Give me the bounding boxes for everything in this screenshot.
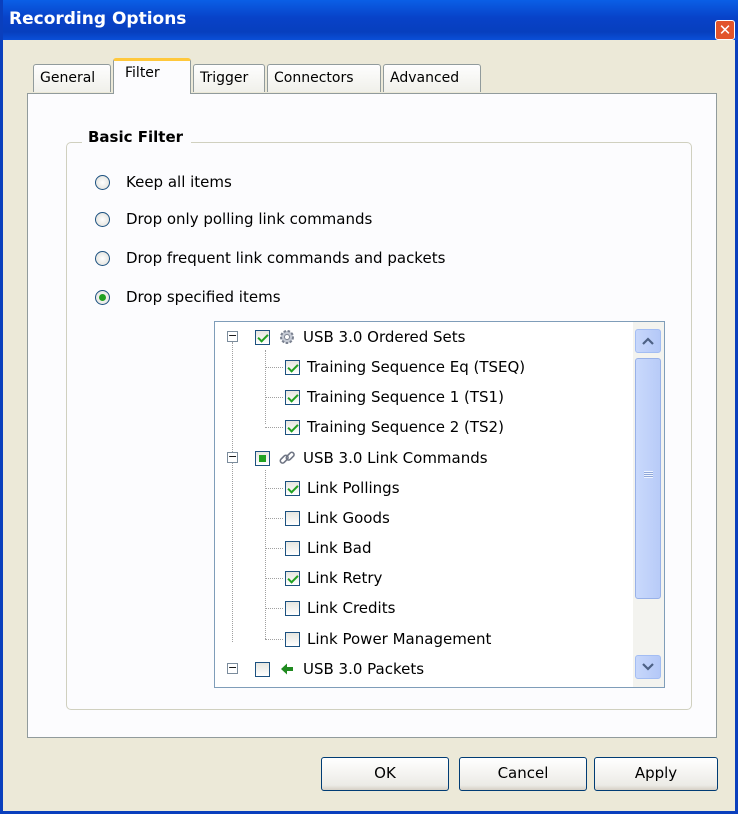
tree-item-ts1[interactable]: Training Sequence 1 (TS1): [285, 382, 504, 412]
radio-selected-dot: [99, 293, 106, 301]
tree-item-label: Link Goods: [307, 509, 390, 527]
tree-item-ordered-sets[interactable]: USB 3.0 Ordered Sets: [255, 322, 465, 352]
tree-item-label: USB 3.0 Packets: [303, 660, 425, 678]
radio-button[interactable]: [95, 250, 110, 266]
radio-label: Drop only polling link commands: [126, 210, 373, 228]
tree-connector: [265, 518, 283, 519]
checkbox[interactable]: [255, 661, 270, 677]
tab-general[interactable]: General: [33, 64, 111, 92]
tree-item-label: Link Bad: [307, 539, 372, 557]
close-button[interactable]: ✕: [715, 20, 735, 40]
radio-drop-specified-items[interactable]: Drop specified items: [95, 287, 281, 307]
checkbox[interactable]: [285, 359, 300, 375]
scroll-thumb[interactable]: [635, 358, 661, 599]
tree-item-label: Link Power Management: [307, 630, 492, 648]
tree-item-link-pollings[interactable]: Link Pollings: [285, 473, 400, 503]
tree-connector: [265, 350, 266, 424]
tree-connector: [265, 578, 283, 579]
checkbox[interactable]: [285, 570, 300, 586]
radio-label: Keep all items: [126, 173, 232, 191]
basic-filter-title: Basic Filter: [82, 128, 192, 146]
tree-item-link-bad[interactable]: Link Bad: [285, 533, 372, 563]
apply-button[interactable]: Apply: [594, 757, 718, 791]
tree-item-label: Training Sequence Eq (TSEQ): [307, 358, 526, 376]
tree-item-label: Link Retry: [307, 569, 383, 587]
tree-item-link-commands[interactable]: USB 3.0 Link Commands: [255, 443, 488, 473]
ok-button[interactable]: OK: [321, 757, 449, 791]
radio-button[interactable]: [95, 174, 110, 190]
checkbox[interactable]: [285, 480, 300, 496]
tree-item-link-credits[interactable]: Link Credits: [285, 593, 395, 623]
tree-connector: [265, 397, 283, 398]
radio-keep-all-items[interactable]: Keep all items: [95, 172, 232, 192]
tree-connector: [265, 548, 283, 549]
tree-connector: [265, 470, 266, 639]
collapse-toggle[interactable]: −: [227, 662, 238, 674]
tree-item-label: USB 3.0 Link Commands: [303, 449, 488, 467]
tree-item-link-goods[interactable]: Link Goods: [285, 503, 390, 533]
tree-item-label: Training Sequence 1 (TS1): [307, 388, 504, 406]
collapse-toggle[interactable]: −: [227, 451, 238, 463]
title-bar[interactable]: Recording Options: [3, 0, 738, 40]
tree-item-packets[interactable]: USB 3.0 Packets: [255, 654, 424, 684]
chevron-up-icon: [642, 337, 654, 345]
checkbox[interactable]: [255, 329, 270, 345]
collapse-toggle[interactable]: −: [227, 330, 238, 342]
tree-item-link-power-management[interactable]: Link Power Management: [285, 624, 491, 654]
tab-filter[interactable]: Filter: [113, 58, 191, 94]
checkbox[interactable]: [255, 450, 270, 466]
checkbox[interactable]: [285, 510, 300, 526]
radio-label: Drop frequent link commands and packets: [126, 249, 446, 267]
checkbox[interactable]: [285, 389, 300, 405]
checkbox[interactable]: [285, 600, 300, 616]
tab-label: General: [40, 70, 96, 86]
tree-item-tseq[interactable]: Training Sequence Eq (TSEQ): [285, 352, 525, 382]
checkbox[interactable]: [285, 540, 300, 556]
gear-icon: [278, 328, 296, 346]
tree-item-label: Link Pollings: [307, 479, 400, 497]
tree-connector: [265, 639, 283, 640]
filter-items-tree[interactable]: − USB 3.0 Ordered Sets Training Sequence…: [214, 321, 665, 688]
cancel-button[interactable]: Cancel: [459, 757, 587, 791]
tree-item-label: USB 3.0 Ordered Sets: [303, 328, 466, 346]
tree-connector: [265, 488, 283, 489]
radio-drop-polling-link-commands[interactable]: Drop only polling link commands: [95, 209, 372, 229]
tab-advanced[interactable]: Advanced: [383, 64, 481, 92]
radio-label: Drop specified items: [126, 288, 281, 306]
tab-label: Trigger: [200, 70, 249, 86]
chevron-down-icon: [642, 663, 654, 671]
tree-item-label: Link Credits: [307, 599, 396, 617]
scroll-down-button[interactable]: [635, 655, 661, 679]
green-arrow-icon: [278, 660, 296, 678]
tree-connector: [265, 608, 283, 609]
scroll-grip: [644, 471, 653, 478]
chain-link-icon: [278, 449, 296, 467]
tree-item-label: Training Sequence 2 (TS2): [307, 418, 504, 436]
tree-connector: [265, 367, 283, 368]
tab-label: Connectors: [274, 70, 354, 86]
tab-label: Advanced: [390, 70, 460, 86]
window-title: Recording Options: [9, 9, 187, 29]
tab-label: Filter: [125, 65, 160, 81]
scroll-up-button[interactable]: [635, 329, 661, 353]
radio-button[interactable]: [95, 211, 110, 227]
checkbox[interactable]: [285, 631, 300, 647]
tree-item-ts2[interactable]: Training Sequence 2 (TS2): [285, 412, 504, 442]
tree-scrollbar[interactable]: [633, 322, 664, 687]
tab-connectors[interactable]: Connectors: [267, 64, 381, 92]
tree-connector: [265, 427, 283, 428]
tree-item-link-retry[interactable]: Link Retry: [285, 563, 382, 593]
radio-button[interactable]: [95, 289, 110, 305]
checkbox[interactable]: [285, 419, 300, 435]
tree-connector: [232, 342, 233, 642]
tab-trigger[interactable]: Trigger: [193, 64, 265, 92]
radio-drop-frequent-link-commands[interactable]: Drop frequent link commands and packets: [95, 248, 445, 268]
